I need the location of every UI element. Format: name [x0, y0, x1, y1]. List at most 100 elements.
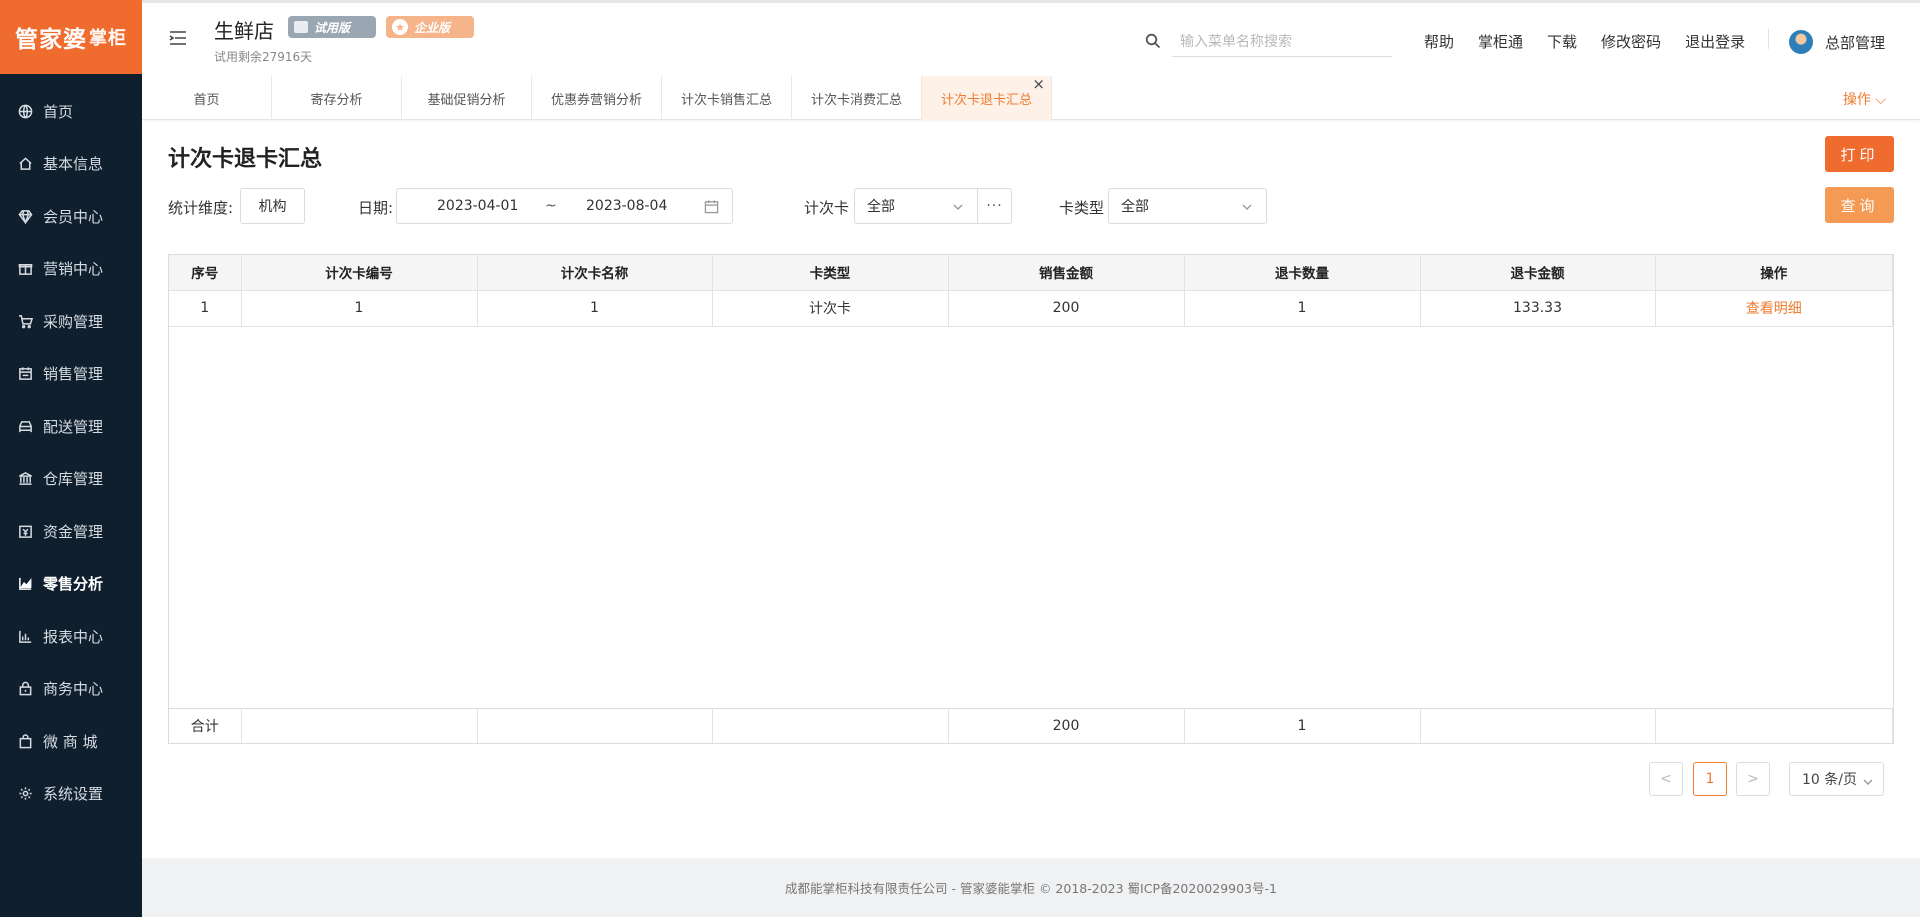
query-button[interactable]: 查询 [1825, 187, 1894, 223]
tab-label: 计次卡退卡汇总 [940, 92, 1032, 108]
cell-card-name: 1 [477, 291, 713, 327]
table-footer: 合计 200 1 [169, 707, 1893, 743]
card-type-label: 卡类型 [1059, 199, 1105, 217]
chevron-down-icon [953, 200, 963, 210]
dimension-select[interactable]: 机构 [240, 188, 305, 224]
sidebar-item-label: 仓库管理 [43, 470, 104, 489]
count-card-select[interactable]: 全部 [854, 188, 978, 224]
column-header-refund-amount[interactable]: 退卡金额 [1420, 255, 1656, 291]
column-header-refund-qty[interactable]: 退卡数量 [1184, 255, 1421, 291]
sidebar-item-home[interactable]: 首页 [0, 85, 142, 138]
header-divider [1768, 29, 1769, 49]
sidebar-item-finance[interactable]: 资金管理 [0, 505, 142, 558]
star-icon: ★ [392, 19, 408, 35]
zhangguitong-link[interactable]: 掌柜通 [1478, 31, 1523, 52]
home-icon [17, 156, 33, 172]
cell-sales-amount: 200 [948, 291, 1185, 327]
sidebar-item-label: 报表中心 [43, 627, 104, 646]
enterprise-badge: ★ 企业版 [386, 16, 474, 38]
close-icon[interactable]: × [1032, 77, 1045, 92]
cell-action: 查看明细 [1655, 291, 1893, 327]
date-from[interactable]: 2023-04-01 [437, 198, 518, 214]
sidebar-item-label: 营销中心 [43, 260, 104, 279]
total-card-type [712, 707, 949, 743]
app-root: 管家婆 掌柜 首页 基本信息 会员中心 营销中心 采购管理 销售管理 配送管理 … [0, 0, 1920, 917]
page-footer: 成都能掌柜科技有限责任公司 - 管家婆能掌柜 © 2018-2023 蜀ICP备… [142, 858, 1920, 917]
sidebar-item-system-settings[interactable]: 系统设置 [0, 768, 142, 821]
date-range-picker[interactable]: 2023-04-01 ~ 2023-08-04 [396, 188, 733, 224]
tab-label: 基础促销分析 [427, 92, 506, 108]
download-link[interactable]: 下载 [1547, 31, 1577, 52]
date-to[interactable]: 2023-08-04 [586, 198, 667, 214]
column-header-no[interactable]: 序号 [169, 255, 242, 291]
sidebar-item-warehouse[interactable]: 仓库管理 [0, 453, 142, 506]
store-name: 生鲜店 [214, 19, 274, 43]
tab-home[interactable]: 首页 [142, 76, 272, 120]
page-size-value: 10 条/页 [1802, 772, 1857, 788]
column-header-card-name[interactable]: 计次卡名称 [477, 255, 713, 291]
search-icon [1145, 33, 1161, 49]
chevron-down-icon [1863, 775, 1873, 785]
gift-icon [17, 261, 33, 277]
money-icon [17, 523, 33, 539]
change-password-link[interactable]: 修改密码 [1601, 31, 1661, 52]
sidebar-item-delivery[interactable]: 配送管理 [0, 400, 142, 453]
sidebar-item-business-center[interactable]: 商务中心 [0, 663, 142, 716]
tab-label: 计次卡销售汇总 [680, 92, 772, 108]
total-label: 合计 [169, 707, 242, 743]
calendar-icon [17, 366, 33, 382]
column-header-card-type[interactable]: 卡类型 [712, 255, 949, 291]
sidebar-item-sales[interactable]: 销售管理 [0, 348, 142, 401]
tab-count-card-refund-summary[interactable]: 计次卡退卡汇总 × [922, 76, 1052, 120]
cell-refund-qty: 1 [1184, 291, 1421, 327]
tab-label: 寄存分析 [310, 92, 363, 108]
sidebar-item-member-center[interactable]: 会员中心 [0, 190, 142, 243]
tab-operations-menu[interactable]: 操作 ⌵ [1843, 89, 1886, 109]
sidebar-item-marketing[interactable]: 营销中心 [0, 243, 142, 296]
help-link[interactable]: 帮助 [1424, 31, 1454, 52]
tab-count-card-consumption-summary[interactable]: 计次卡消费汇总 [792, 76, 922, 120]
menu-search-input[interactable] [1172, 27, 1392, 57]
sidebar-item-purchase[interactable]: 采购管理 [0, 295, 142, 348]
dimension-value: 机构 [258, 199, 287, 215]
count-card-more-button[interactable]: ··· [977, 188, 1012, 224]
dimension-label: 统计维度: [168, 199, 234, 217]
sidebar-item-report-center[interactable]: 报表中心 [0, 610, 142, 663]
sidebar-item-basic-info[interactable]: 基本信息 [0, 138, 142, 191]
trial-badge-label: 试用版 [314, 20, 351, 35]
logout-link[interactable]: 退出登录 [1685, 31, 1745, 52]
card-type-select[interactable]: 全部 [1108, 188, 1267, 224]
print-button[interactable]: 打印 [1825, 136, 1894, 172]
cell-card-type: 计次卡 [712, 291, 949, 327]
tab-deposit-analysis[interactable]: 寄存分析 [272, 76, 402, 120]
menu-toggle-icon[interactable] [168, 29, 188, 47]
column-header-card-code[interactable]: 计次卡编号 [241, 255, 478, 291]
area-chart-icon [17, 576, 33, 592]
sidebar-item-retail-analysis[interactable]: 零售分析 [0, 558, 142, 611]
sidebar-nav: 首页 基本信息 会员中心 营销中心 采购管理 销售管理 配送管理 仓库管理 资金… [0, 74, 142, 820]
sidebar: 管家婆 掌柜 首页 基本信息 会员中心 营销中心 采购管理 销售管理 配送管理 … [0, 0, 142, 917]
pagination-next-button[interactable]: > [1736, 762, 1770, 796]
user-name[interactable]: 总部管理 [1825, 32, 1885, 53]
view-detail-link[interactable]: 查看明细 [1746, 301, 1802, 317]
pagination-page-1[interactable]: 1 [1693, 762, 1727, 796]
top-links: 帮助 掌柜通 下载 修改密码 退出登录 [1424, 31, 1769, 52]
tab-count-card-sales-summary[interactable]: 计次卡销售汇总 [662, 76, 792, 120]
total-refund-amount [1420, 707, 1656, 743]
column-header-sales-amount[interactable]: 销售金额 [948, 255, 1185, 291]
avatar[interactable] [1789, 30, 1813, 54]
pagination-prev-button[interactable]: < [1649, 762, 1683, 796]
tab-basic-promotion-analysis[interactable]: 基础促销分析 [402, 76, 532, 120]
tab-coupon-marketing-analysis[interactable]: 优惠券营销分析 [532, 76, 662, 120]
sidebar-item-micro-mall[interactable]: 微 商 城 [0, 715, 142, 768]
refund-summary-table: 序号 计次卡编号 计次卡名称 卡类型 销售金额 退卡数量 退卡金额 操作 1 1… [168, 254, 1894, 744]
sidebar-item-label: 微 商 城 [43, 732, 98, 751]
tab-label: 计次卡消费汇总 [810, 92, 902, 108]
sidebar-item-label: 零售分析 [43, 575, 104, 594]
table-row[interactable]: 1 1 1 计次卡 200 1 133.33 查看明细 [169, 291, 1893, 327]
page-size-select[interactable]: 10 条/页 [1789, 762, 1884, 796]
sidebar-item-label: 销售管理 [43, 365, 104, 384]
shop-icon [17, 733, 33, 749]
card-type-value: 全部 [1121, 199, 1149, 215]
logo-main: 管家婆 [15, 27, 87, 53]
